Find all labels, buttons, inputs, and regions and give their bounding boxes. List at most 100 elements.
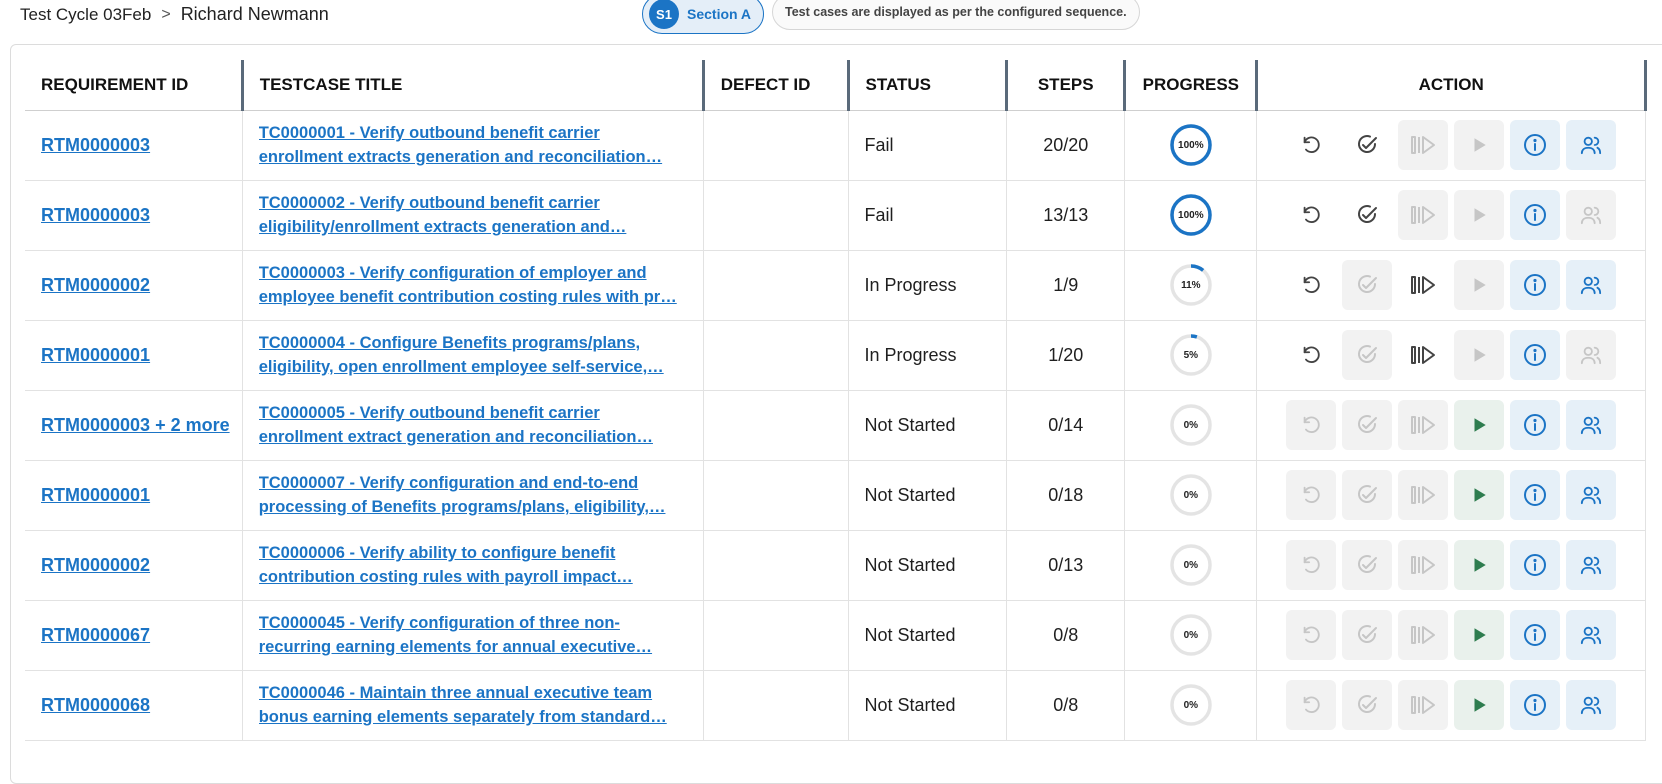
requirement-link[interactable]: RTM0000067	[41, 625, 150, 645]
progress-ring: 0%	[1169, 473, 1213, 517]
column-progress[interactable]: PROGRESS	[1124, 60, 1259, 111]
play-icon	[1470, 626, 1488, 644]
reset-button[interactable]	[1286, 540, 1337, 590]
info-button[interactable]	[1510, 260, 1561, 310]
play-button[interactable]	[1454, 190, 1505, 240]
users-button[interactable]	[1566, 330, 1617, 380]
play-button[interactable]	[1454, 610, 1505, 660]
resume-button[interactable]	[1398, 330, 1448, 380]
resume-button[interactable]	[1398, 610, 1449, 660]
resume-button[interactable]	[1398, 260, 1448, 310]
requirement-id-cell: RTM0000001	[25, 460, 243, 531]
testcase-title-cell: TC0000046 - Maintain three annual execut…	[242, 670, 704, 741]
info-button[interactable]	[1510, 540, 1561, 590]
check-circle-button[interactable]	[1342, 680, 1393, 730]
play-button[interactable]	[1454, 680, 1505, 730]
info-button[interactable]	[1510, 120, 1561, 170]
check-circle-button[interactable]	[1342, 120, 1392, 170]
users-button[interactable]	[1566, 190, 1617, 240]
testcase-link[interactable]: TC0000007 - Verify configuration and end…	[259, 471, 687, 519]
check-circle-button[interactable]	[1342, 190, 1392, 240]
column-requirement-id[interactable]: REQUIREMENT ID	[25, 60, 244, 111]
play-button[interactable]	[1454, 400, 1505, 450]
info-button[interactable]	[1510, 190, 1561, 240]
reset-button[interactable]	[1286, 330, 1336, 380]
reset-button[interactable]	[1286, 680, 1337, 730]
requirement-link[interactable]: RTM0000001	[41, 345, 150, 365]
check-circle-button[interactable]	[1342, 540, 1393, 590]
resume-button[interactable]	[1398, 120, 1449, 170]
requirement-link[interactable]: RTM0000003 + 2 more	[41, 415, 230, 435]
check-circle-button[interactable]	[1342, 470, 1393, 520]
info-button[interactable]	[1510, 330, 1561, 380]
column-defect-id[interactable]: DEFECT ID	[703, 60, 850, 111]
requirement-link[interactable]: RTM0000002	[41, 275, 150, 295]
users-button[interactable]	[1566, 260, 1617, 310]
requirement-link[interactable]: RTM0000068	[41, 695, 150, 715]
testcase-link[interactable]: TC0000001 - Verify outbound benefit carr…	[259, 121, 687, 169]
reset-button[interactable]	[1286, 190, 1336, 240]
progress-ring: 5%	[1169, 333, 1213, 377]
check-circle-button[interactable]	[1342, 260, 1393, 310]
testcase-link[interactable]: TC0000002 - Verify outbound benefit carr…	[259, 191, 687, 239]
resume-icon	[1409, 413, 1437, 437]
breadcrumb-separator: >	[161, 5, 171, 23]
column-status[interactable]: STATUS	[848, 60, 1009, 111]
progress-cell: 5%	[1124, 320, 1258, 391]
resume-button[interactable]	[1398, 190, 1449, 240]
testcase-link[interactable]: TC0000003 - Verify configuration of empl…	[259, 261, 687, 309]
action-buttons	[1273, 610, 1629, 660]
info-button[interactable]	[1510, 680, 1561, 730]
play-button[interactable]	[1454, 540, 1505, 590]
section-selector[interactable]: S1 Section A	[642, 0, 765, 34]
play-icon	[1470, 276, 1488, 294]
users-button[interactable]	[1566, 540, 1617, 590]
resume-button[interactable]	[1398, 540, 1449, 590]
requirement-id-cell: RTM0000003	[25, 110, 243, 181]
play-button[interactable]	[1454, 330, 1505, 380]
reset-button[interactable]	[1286, 610, 1337, 660]
users-button[interactable]	[1566, 400, 1617, 450]
testcase-link[interactable]: TC0000004 - Configure Benefits programs/…	[259, 331, 687, 379]
requirement-link[interactable]: RTM0000003	[41, 205, 150, 225]
users-button[interactable]	[1566, 680, 1617, 730]
reset-button[interactable]	[1286, 120, 1336, 170]
users-button[interactable]	[1566, 120, 1617, 170]
table-row: RTM0000003 + 2 more TC0000005 - Verify o…	[25, 390, 1646, 461]
progress-label: 100%	[1178, 139, 1204, 151]
requirement-link[interactable]: RTM0000001	[41, 485, 150, 505]
info-button[interactable]	[1510, 610, 1561, 660]
testcase-link[interactable]: TC0000046 - Maintain three annual execut…	[259, 681, 687, 729]
users-button[interactable]	[1566, 610, 1617, 660]
testcase-link[interactable]: TC0000045 - Verify configuration of thre…	[259, 611, 687, 659]
column-testcase-title[interactable]: TESTCASE TITLE	[242, 60, 705, 111]
play-button[interactable]	[1454, 260, 1505, 310]
users-button[interactable]	[1566, 470, 1617, 520]
steps-cell: 0/14	[1006, 390, 1126, 461]
steps-cell: 20/20	[1006, 110, 1126, 181]
table-row: RTM0000003 TC0000002 - Verify outbound b…	[25, 180, 1646, 251]
reset-button[interactable]	[1286, 470, 1337, 520]
testcase-link[interactable]: TC0000005 - Verify outbound benefit carr…	[259, 401, 687, 449]
reset-button[interactable]	[1286, 400, 1337, 450]
resume-button[interactable]	[1398, 470, 1449, 520]
action-buttons	[1273, 120, 1629, 170]
info-button[interactable]	[1510, 400, 1561, 450]
table-row: RTM0000068 TC0000046 - Maintain three an…	[25, 670, 1646, 741]
info-button[interactable]	[1510, 470, 1561, 520]
testcase-link[interactable]: TC0000006 - Verify ability to configure …	[259, 541, 687, 589]
play-button[interactable]	[1454, 470, 1505, 520]
column-steps[interactable]: STEPS	[1006, 60, 1127, 111]
resume-button[interactable]	[1398, 680, 1449, 730]
action-cell	[1256, 180, 1646, 251]
play-button[interactable]	[1454, 120, 1505, 170]
resume-button[interactable]	[1398, 400, 1449, 450]
requirement-link[interactable]: RTM0000003	[41, 135, 150, 155]
requirement-id-cell: RTM0000002	[25, 250, 243, 321]
requirement-link[interactable]: RTM0000002	[41, 555, 150, 575]
reset-button[interactable]	[1286, 260, 1336, 310]
check-circle-button[interactable]	[1342, 610, 1393, 660]
breadcrumb-cycle[interactable]: Test Cycle 03Feb	[20, 5, 151, 25]
check-circle-button[interactable]	[1342, 330, 1393, 380]
check-circle-button[interactable]	[1342, 400, 1393, 450]
